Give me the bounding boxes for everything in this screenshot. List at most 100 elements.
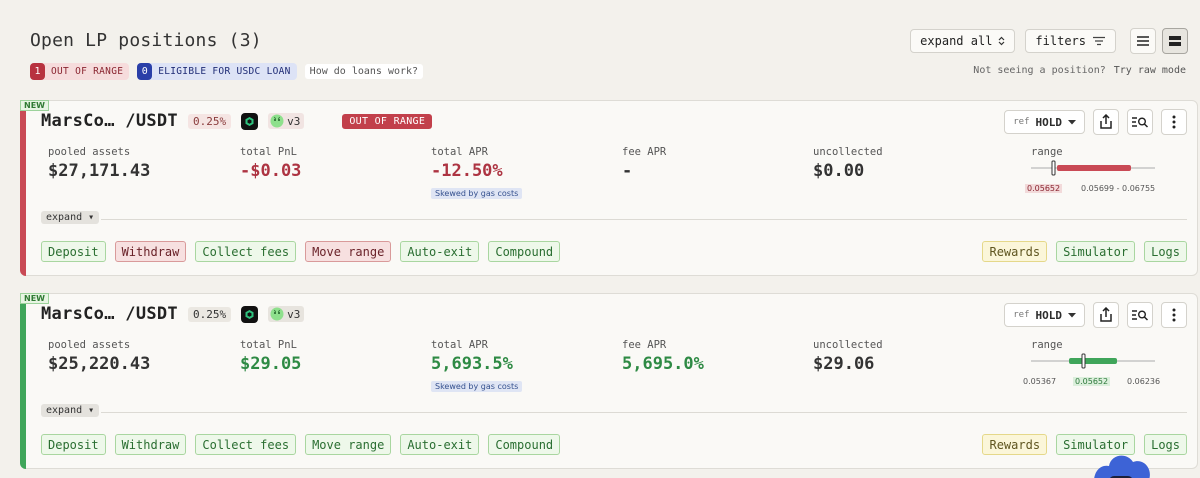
expand-row: expand ▾ <box>41 404 1187 420</box>
share-icon <box>1100 114 1112 129</box>
total-pnl-label: total PnL <box>240 146 297 158</box>
fee-tier-badge: 0.25% <box>187 306 232 322</box>
auto-exit-button[interactable]: Auto-exit <box>400 434 480 455</box>
protocol-icon <box>241 112 259 130</box>
fee-apr-label: fee APR <box>622 339 667 351</box>
compound-button[interactable]: Compound <box>488 241 561 262</box>
page-header: Open LP positions (3) expand all filters <box>30 28 1188 56</box>
raw-mode-link[interactable]: Try raw mode <box>1114 65 1186 76</box>
share-icon <box>1100 307 1112 322</box>
expand-button[interactable]: expand ▾ <box>41 211 100 224</box>
more-button[interactable] <box>1161 109 1187 135</box>
fee-tier-badge: 0.25% <box>187 113 232 129</box>
more-button[interactable] <box>1161 302 1187 328</box>
page-title: Open LP positions (3) <box>30 30 262 51</box>
list-icon <box>1137 36 1149 46</box>
expand-label: expand <box>46 212 83 223</box>
ref-select[interactable]: ref HOLD <box>1004 303 1085 327</box>
range-current-value: 0.05652 <box>1073 377 1111 386</box>
pair-name[interactable]: MarsCo… /USDT <box>41 111 178 131</box>
range-bar <box>1031 353 1155 369</box>
card-view-icon <box>1169 36 1181 46</box>
ref-select[interactable]: ref HOLD <box>1004 110 1085 134</box>
uncollected-stat: uncollected $0.00 <box>813 146 883 181</box>
collect-fees-button[interactable]: Collect fees <box>195 434 297 455</box>
inspect-button[interactable] <box>1127 302 1153 328</box>
total-apr-label: total APR <box>431 146 488 158</box>
search-list-icon <box>1132 310 1149 321</box>
range-widget: range 0.05367 0.05652 0.06236 <box>1023 339 1191 386</box>
ref-label: ref <box>1013 117 1030 127</box>
loans-info-link[interactable]: How do loans work? <box>304 64 424 79</box>
version-badge: v3 <box>268 113 305 129</box>
version-label: v3 <box>287 114 301 128</box>
range-label: range <box>1031 339 1063 351</box>
inspect-button[interactable] <box>1127 109 1153 135</box>
total-apr-value: -12.50% <box>431 161 503 181</box>
uniswap-icon <box>270 114 284 128</box>
pooled-assets-value: $27,171.43 <box>48 161 151 181</box>
uncollected-value: $29.06 <box>813 354 875 374</box>
compound-button[interactable]: Compound <box>488 434 561 455</box>
card-view-button[interactable] <box>1162 28 1188 54</box>
total-pnl-value: $29.05 <box>240 354 302 374</box>
stats-row: pooled assets $27,171.43 total PnL -$0.0… <box>48 146 1188 206</box>
auto-exit-button[interactable]: Auto-exit <box>400 241 480 262</box>
rewards-button[interactable]: Rewards <box>982 434 1048 455</box>
collect-fees-button[interactable]: Collect fees <box>195 241 297 262</box>
withdraw-button[interactable]: Withdraw <box>114 434 187 455</box>
ref-value: HOLD <box>1035 308 1063 322</box>
action-buttons: Deposit Withdraw Collect fees Move range… <box>41 434 1187 456</box>
range-bar <box>1031 160 1155 176</box>
card-toolbar: ref HOLD <box>1004 302 1187 328</box>
status-bar: 1 OUT OF RANGE 0 ELIGIBLE FOR USDC LOAN … <box>30 63 1186 81</box>
list-view-button[interactable] <box>1130 28 1156 54</box>
position-card: NEW MarsCo… /USDT 0.25% v3 OUT OF RANGE … <box>20 100 1198 276</box>
view-toggle <box>1130 28 1188 54</box>
fee-apr-value: 5,695.0% <box>622 354 704 374</box>
pooled-assets-label: pooled assets <box>48 146 131 158</box>
share-button[interactable] <box>1093 109 1119 135</box>
not-seeing-hint: Not seeing a position? Try raw mode <box>973 65 1186 76</box>
out-of-range-count: 1 <box>30 63 45 80</box>
range-high-value: 0.06236 <box>1127 377 1161 386</box>
uncollected-stat: uncollected $29.06 <box>813 339 883 374</box>
fee-apr-stat: fee APR 5,695.0% <box>622 339 704 374</box>
kebab-menu-icon <box>1172 308 1176 322</box>
filter-icon <box>1093 36 1105 46</box>
total-pnl-label: total PnL <box>240 339 297 351</box>
pooled-assets-stat: pooled assets $25,220.43 <box>48 339 150 374</box>
protocol-icon <box>241 305 259 323</box>
header-controls: expand all filters <box>910 28 1188 54</box>
status-stripe <box>20 100 26 276</box>
pair-row: MarsCo… /USDT 0.25% v3 <box>41 304 305 324</box>
eligible-count: 0 <box>137 63 153 80</box>
expand-button[interactable]: expand ▾ <box>41 404 100 417</box>
rewards-button[interactable]: Rewards <box>982 241 1048 262</box>
expand-all-select[interactable]: expand all <box>910 29 1016 53</box>
deposit-button[interactable]: Deposit <box>41 434 106 455</box>
out-of-range-filter[interactable]: 1 OUT OF RANGE <box>30 63 130 80</box>
chevron-down-icon <box>1068 312 1076 317</box>
divider <box>101 412 1187 413</box>
range-bounds-value: 0.05699 - 0.06755 <box>1081 184 1156 193</box>
fee-apr-stat: fee APR - <box>622 146 666 181</box>
out-of-range-label: OUT OF RANGE <box>51 66 124 77</box>
mascot-icon[interactable] <box>1087 440 1157 478</box>
range-label: range <box>1031 146 1063 158</box>
pair-name[interactable]: MarsCo… /USDT <box>41 304 178 324</box>
deposit-button[interactable]: Deposit <box>41 241 106 262</box>
logs-button[interactable]: Logs <box>1144 241 1187 262</box>
ref-value: HOLD <box>1035 115 1063 129</box>
eligible-loan-filter[interactable]: 0 ELIGIBLE FOR USDC LOAN <box>137 63 297 80</box>
divider <box>101 219 1187 220</box>
move-range-button[interactable]: Move range <box>305 434 392 455</box>
move-range-button[interactable]: Move range <box>305 241 392 262</box>
share-button[interactable] <box>1093 302 1119 328</box>
pooled-assets-label: pooled assets <box>48 339 131 351</box>
withdraw-button[interactable]: Withdraw <box>114 241 187 262</box>
simulator-button[interactable]: Simulator <box>1056 241 1136 262</box>
updown-chevron-icon <box>998 36 1005 46</box>
filters-button[interactable]: filters <box>1025 29 1116 53</box>
new-tag: NEW <box>20 293 49 304</box>
